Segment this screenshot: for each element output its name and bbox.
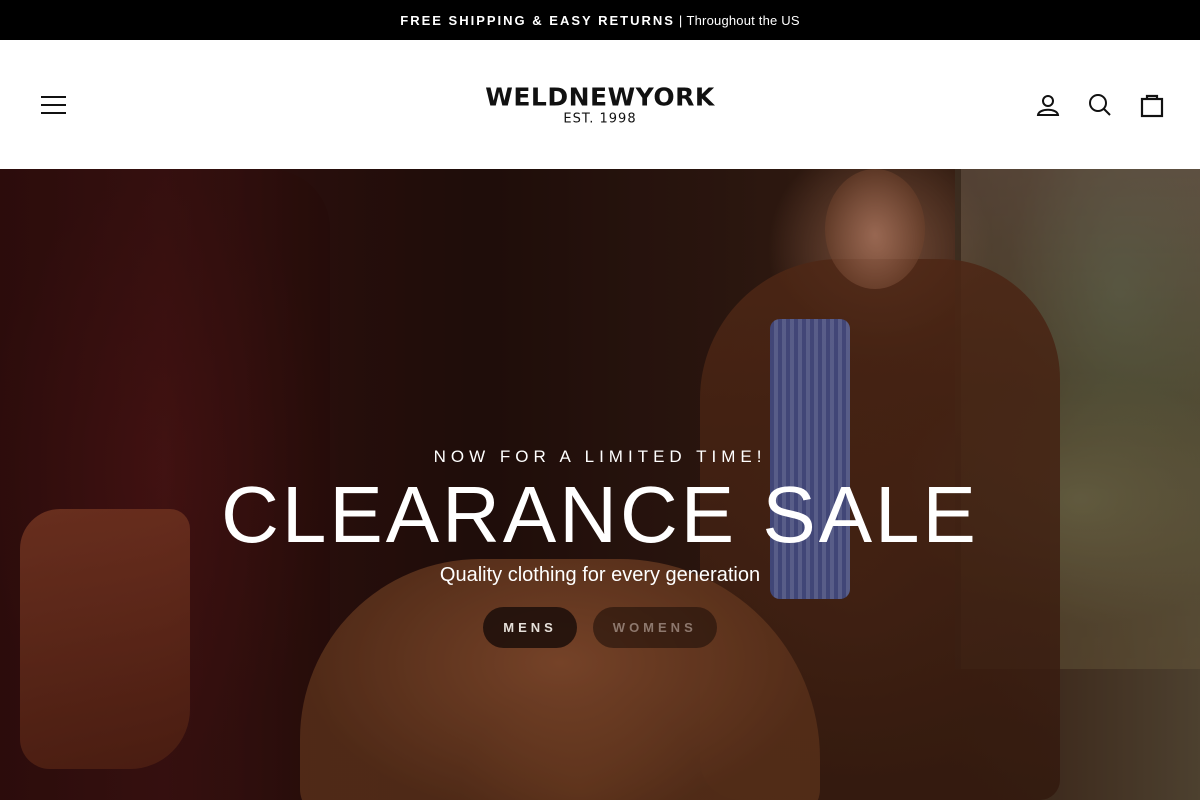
- hero-kicker: NOW FOR A LIMITED TIME!: [433, 447, 767, 466]
- logo-wordmark: WELDNEWYORK: [485, 82, 715, 111]
- hero-content: NOW FOR A LIMITED TIME! CLEARANCE SALE Q…: [0, 169, 1200, 800]
- announcement-highlight: FREE SHIPPING & EASY RETURNS: [400, 12, 675, 28]
- hero-banner: NOW FOR A LIMITED TIME! CLEARANCE SALE Q…: [0, 169, 1200, 800]
- announcement-bar: FREE SHIPPING & EASY RETURNS | Throughou…: [0, 0, 1200, 40]
- mens-button[interactable]: MENS: [483, 607, 577, 648]
- site-header: WELDNEWYORK EST. 1998: [0, 40, 1200, 169]
- header-actions: [1034, 91, 1166, 119]
- logo-established: EST. 1998: [563, 111, 637, 126]
- search-icon[interactable]: [1086, 91, 1114, 119]
- shopping-bag-icon[interactable]: [1138, 91, 1166, 119]
- hamburger-menu-icon[interactable]: [40, 91, 68, 119]
- announcement-separator: |: [678, 12, 683, 28]
- womens-button[interactable]: WOMENS: [592, 607, 717, 648]
- announcement-text: Throughout the US: [686, 12, 800, 28]
- hero-cta-row: MENS WOMENS: [0, 607, 1200, 648]
- user-icon[interactable]: [1034, 91, 1062, 119]
- site-logo[interactable]: WELDNEWYORK EST. 1998: [485, 84, 715, 125]
- hero-headline: CLEARANCE SALE: [221, 470, 979, 559]
- hero-subline: Quality clothing for every generation: [439, 564, 761, 586]
